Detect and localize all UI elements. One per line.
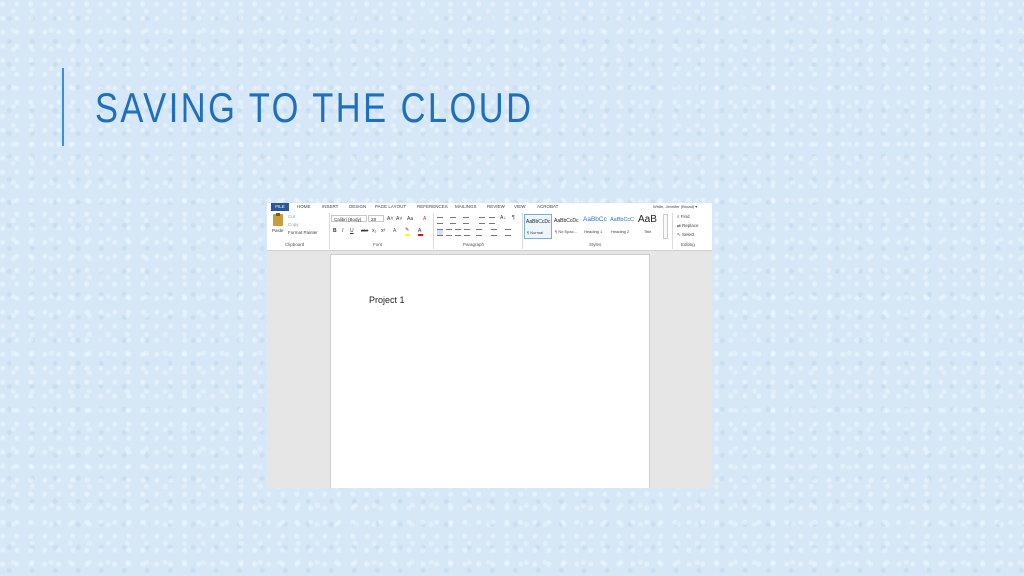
- numbering-icon[interactable]: [450, 217, 456, 224]
- grow-font-button[interactable]: A˄: [387, 216, 393, 222]
- italic-button[interactable]: I: [342, 228, 343, 234]
- user-account[interactable]: White, Jennifer (Broad) ▾: [653, 204, 697, 209]
- justify-icon[interactable]: [464, 229, 470, 236]
- group-divider: [433, 213, 434, 249]
- find-label: Find: [680, 214, 690, 219]
- bullets-icon[interactable]: [437, 217, 443, 224]
- group-label-clipboard: Clipboard: [285, 242, 305, 247]
- word-screenshot: FILE HOME INSERT DESIGN PAGE LAYOUT REFE…: [267, 203, 712, 488]
- paste-button[interactable]: Paste: [272, 228, 284, 233]
- format-painter-button[interactable]: Format Painter: [288, 230, 318, 235]
- tab-page-layout[interactable]: PAGE LAYOUT: [375, 204, 406, 209]
- bold-button[interactable]: B: [333, 228, 337, 234]
- replace-button[interactable]: ⇄ Replace: [677, 223, 699, 229]
- increase-indent-icon[interactable]: [489, 217, 495, 224]
- text-effects-icon[interactable]: A: [393, 228, 396, 234]
- document-text[interactable]: Project 1: [369, 295, 405, 305]
- tab-acrobat[interactable]: ACROBAT: [537, 204, 558, 209]
- decrease-indent-icon[interactable]: [479, 217, 485, 224]
- tab-references[interactable]: REFERENCES: [417, 204, 448, 209]
- group-divider: [329, 213, 330, 249]
- tab-insert[interactable]: INSERT: [322, 204, 338, 209]
- group-label-styles: Styles: [589, 242, 602, 247]
- group-divider: [522, 213, 523, 249]
- style-no-spacing[interactable]: AaBbCcDc ¶ No Spac...: [553, 214, 581, 239]
- document-area: Project 1: [267, 251, 712, 488]
- style-name: ¶ No Spac...: [555, 229, 577, 234]
- sort-button[interactable]: A↓: [500, 215, 506, 221]
- style-sample: AaB: [638, 214, 657, 225]
- style-sample: AaBbCcDc: [526, 219, 551, 225]
- ribbon-tabs: FILE HOME INSERT DESIGN PAGE LAYOUT REFE…: [267, 203, 712, 211]
- font-color-bar: [418, 234, 423, 236]
- group-divider: [672, 213, 673, 249]
- style-heading-2[interactable]: AaBbCcC Heading 2: [609, 214, 637, 239]
- clear-formatting-button[interactable]: A: [423, 216, 426, 222]
- ribbon: Paste Cut Copy Format Painter Clipboard …: [267, 211, 712, 251]
- multilevel-list-icon[interactable]: [463, 217, 469, 224]
- style-name: Heading 2: [611, 229, 630, 234]
- style-name: Title: [644, 229, 652, 234]
- document-page[interactable]: Project 1: [330, 254, 650, 488]
- group-label-editing: Editing: [681, 242, 695, 247]
- superscript-button[interactable]: x²: [381, 228, 385, 234]
- styles-gallery-scrollbar[interactable]: [663, 214, 668, 239]
- style-title[interactable]: AaB Title: [637, 214, 662, 239]
- font-name-select[interactable]: Calibri (Body): [331, 215, 367, 222]
- align-left-icon[interactable]: [437, 229, 443, 236]
- tab-mailings[interactable]: MAILINGS: [455, 204, 477, 209]
- highlight-icon[interactable]: ✎: [405, 227, 409, 233]
- style-heading-1[interactable]: AaBbCc Heading 1: [582, 214, 610, 239]
- find-button[interactable]: ⌕ Find: [677, 214, 690, 219]
- tab-review[interactable]: REVIEW: [487, 204, 505, 209]
- tab-file[interactable]: FILE: [271, 203, 289, 211]
- style-name: ¶ Normal: [527, 230, 544, 235]
- select-button[interactable]: ↖ Select: [677, 232, 695, 238]
- strikethrough-button[interactable]: abc: [361, 228, 368, 233]
- show-marks-button[interactable]: ¶: [512, 215, 515, 221]
- highlight-color-bar: [405, 234, 410, 236]
- group-label-paragraph: Paragraph: [463, 242, 485, 247]
- tab-design[interactable]: DESIGN: [349, 204, 366, 209]
- shading-icon[interactable]: [491, 229, 497, 236]
- slide-title: SAVING TO THE CLOUD: [95, 84, 534, 131]
- group-label-font: Font: [373, 242, 383, 247]
- style-name: Heading 1: [584, 229, 603, 234]
- tab-view[interactable]: VIEW: [514, 204, 526, 209]
- title-accent-line: [62, 68, 64, 146]
- style-sample: AaBbCcDc: [554, 218, 579, 224]
- paste-icon[interactable]: [273, 213, 283, 226]
- style-sample: AaBbCc: [583, 216, 607, 223]
- tab-home[interactable]: HOME: [297, 204, 311, 209]
- underline-button[interactable]: U: [350, 228, 354, 234]
- change-case-button[interactable]: Aa: [407, 216, 413, 222]
- select-label: Select: [682, 232, 695, 237]
- copy-button[interactable]: Copy: [288, 222, 299, 227]
- align-right-icon[interactable]: [455, 229, 461, 236]
- line-spacing-icon[interactable]: [476, 229, 482, 236]
- replace-label: Replace: [682, 223, 699, 228]
- shrink-font-button[interactable]: A˅: [396, 216, 402, 222]
- borders-icon[interactable]: [505, 229, 511, 236]
- subscript-button[interactable]: x₂: [372, 228, 376, 234]
- style-sample: AaBbCcC: [610, 217, 635, 223]
- style-normal[interactable]: AaBbCcDc ¶ Normal: [524, 214, 552, 239]
- cut-button[interactable]: Cut: [288, 214, 295, 219]
- align-center-icon[interactable]: [446, 229, 452, 236]
- font-size-select[interactable]: 28: [368, 215, 384, 222]
